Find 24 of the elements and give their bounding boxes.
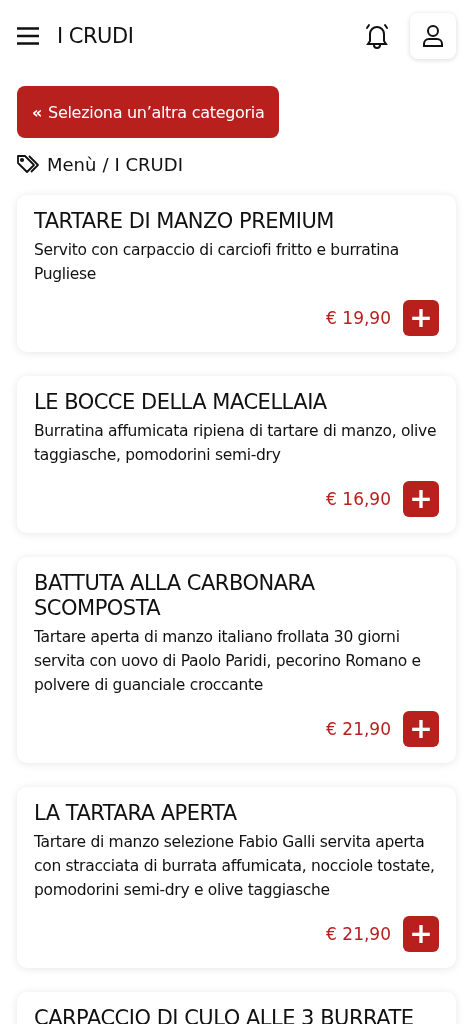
dish-name: LE BOCCE DELLA MACELLAIA xyxy=(34,390,328,415)
dish-name: BATTUTA ALLA CARBONARA SCOMPOSTA xyxy=(34,571,316,621)
dish-description: Tartare aperta di manzo italiano frollata 30 giorni servita con uovo di Paolo Paridi, pecorino Romano e polvere di guanciale croccante xyxy=(34,627,422,696)
breadcrumb-item[interactable]: Menù xyxy=(47,154,97,175)
breadcrumb-item: I CRUDI xyxy=(114,154,183,175)
dish-price: € 21,90 xyxy=(326,924,391,944)
add-button[interactable]: + xyxy=(403,916,439,952)
dish-price: € 19,90 xyxy=(326,308,391,328)
add-button[interactable]: + xyxy=(403,481,439,517)
dish-price: € 21,90 xyxy=(326,719,391,739)
dish-description: Tartare di manzo selezione Fabio Galli servita aperta con stracciata di burrata affumicata, nocciole tostate, pomodorini semi-dry e olive taggiasche xyxy=(34,832,436,901)
add-button[interactable]: + xyxy=(403,300,439,336)
page-title: I CRUDI xyxy=(57,24,135,48)
dish-name: TARTARE DI MANZO PREMIUM xyxy=(34,209,335,234)
user-icon xyxy=(422,24,444,48)
dish-description: Burratina affumicata ripiena di tartare di manzo, olive taggiasche, pomodorini semi-dry xyxy=(34,421,438,466)
breadcrumb-separator: / xyxy=(102,154,109,175)
dish-name: LA TARTARA APERTA xyxy=(34,801,238,826)
dish-description: Servito con carpaccio di carciofi fritto e burratina Pugliese xyxy=(34,240,400,285)
menu-icon[interactable] xyxy=(17,27,39,45)
back-button[interactable]: « Seleziona un’altra categoria xyxy=(17,86,280,138)
dish-price: € 16,90 xyxy=(326,489,391,509)
add-button[interactable]: + xyxy=(403,711,439,747)
tags-icon xyxy=(17,154,41,175)
